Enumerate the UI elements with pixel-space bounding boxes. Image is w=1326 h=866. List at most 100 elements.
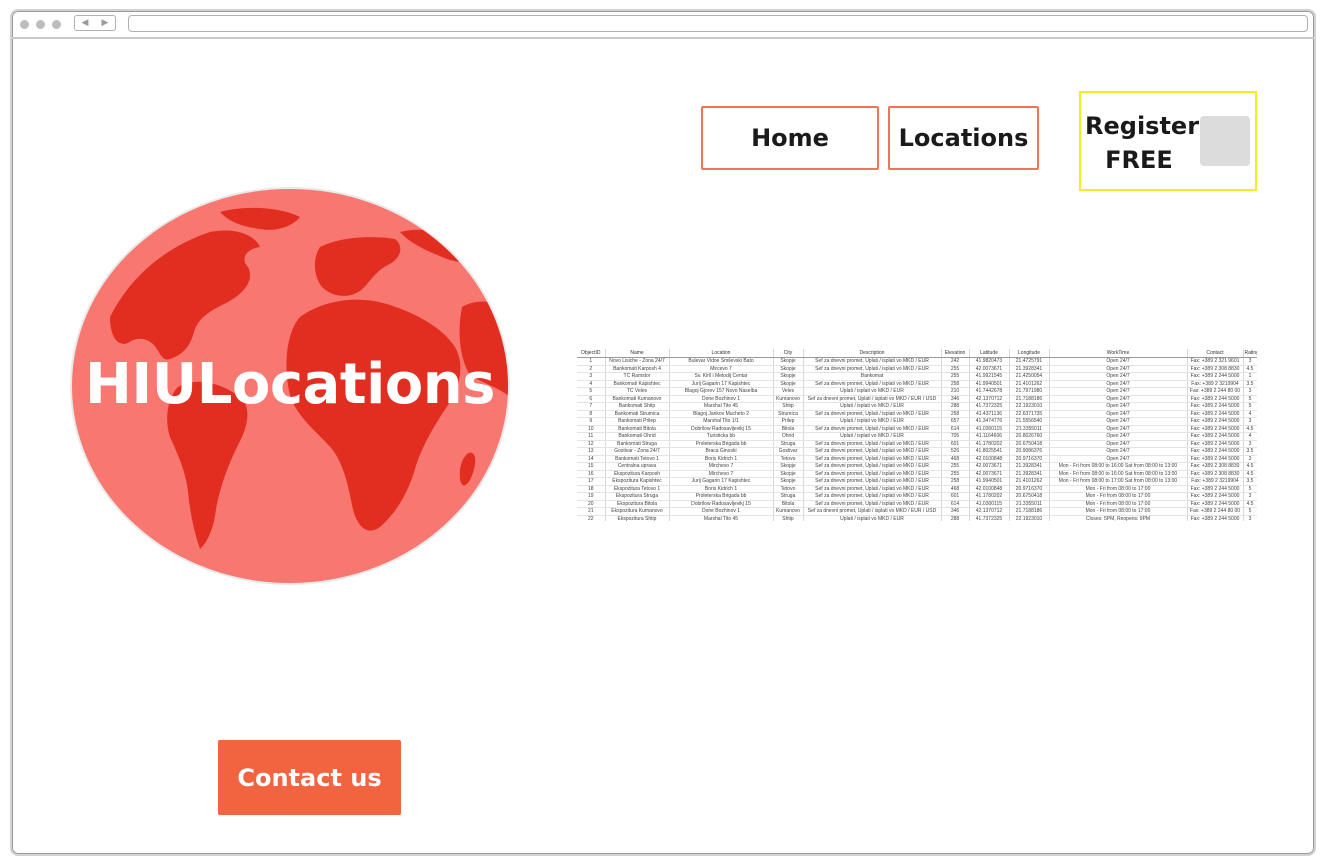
table-cell: Centralna uprava xyxy=(605,462,670,471)
table-cell: 18 xyxy=(577,485,606,493)
window-dot-icon[interactable] xyxy=(36,20,45,29)
table-cell: Struga xyxy=(773,492,804,501)
table-cell: Shtip xyxy=(773,515,804,521)
table-cell: Sef za dnevni promet, Uplati / isplati v… xyxy=(803,507,942,516)
table-cell: 614 xyxy=(941,500,970,508)
table-cell: Mon - Fri from 08:00 to 17:00 xyxy=(1049,492,1188,501)
table-header-cell: Location xyxy=(669,349,774,358)
table-header-cell: Elevation xyxy=(941,349,970,358)
table-cell: 5 xyxy=(1243,395,1257,403)
table-row: 11 Bankomati Ohrid Turisticka bb Ohrid Uplat… xyxy=(577,432,1257,441)
table-cell: Sef za dnevni promet, Uplati / isplati v… xyxy=(803,365,942,373)
table-cell: Fax: +389 2 244 5000 xyxy=(1187,432,1244,441)
table-cell: 3.5 xyxy=(1243,447,1257,456)
table-cell: Fax: +389 2 244 5000 xyxy=(1187,402,1244,411)
table-cell: 22 xyxy=(577,515,606,521)
contact-us-button[interactable]: Contact us xyxy=(218,740,401,815)
table-cell: Open 24/7 xyxy=(1049,440,1188,448)
nav-locations-button[interactable]: Locations xyxy=(888,106,1039,170)
table-cell: 41.9921545 xyxy=(969,372,1010,381)
table-row: 3 TC Ramstor Sv. Kiril i Metodij Centar Sko… xyxy=(577,372,1257,381)
table-cell: Mon - Fri from 08:00 to 17:00 xyxy=(1049,485,1188,493)
table-cell: 21.3928341 xyxy=(1009,470,1050,478)
table-cell: Ekspozitura Bitola xyxy=(605,500,670,508)
table-cell: 20.9716370 xyxy=(1009,485,1050,493)
table-cell: Sv. Kiril i Metodij Centar xyxy=(669,372,774,381)
table-row: 4 Bankomati Kapishtec Jurij Gagarin 17 Kap… xyxy=(577,380,1257,388)
table-cell: Sef za dnevni promet, Uplati / isplati v… xyxy=(803,500,942,508)
table-cell: Mirchevo 7 xyxy=(669,470,774,478)
table-cell: 41.1164606 xyxy=(969,432,1010,441)
table-cell: 258 xyxy=(941,410,970,418)
table-row: 22 Ekspozitura Shtip Marshal Tito 45 Shtip U… xyxy=(577,515,1257,521)
table-cell: Fax: +389 2 244 5000 xyxy=(1187,515,1244,521)
table-cell: 17 xyxy=(577,477,606,486)
table-cell: Tetovo xyxy=(773,455,804,463)
table-cell: 1 xyxy=(577,357,606,366)
table-cell: Bankomati Kapishtec xyxy=(605,380,670,388)
table-cell: 21.5556540 xyxy=(1009,417,1050,426)
table-cell: 705 xyxy=(941,432,970,441)
table-row: 21 Ekspozitura Kumanovo Done Bozhinov 1 Kum… xyxy=(577,507,1257,516)
table-cell: 22.1923010 xyxy=(1009,402,1050,411)
table-cell: 21.7188186 xyxy=(1009,507,1050,516)
table-cell: 21.4101262 xyxy=(1009,380,1050,388)
table-header-cell: ObjectID xyxy=(577,349,606,358)
table-cell: 42.0100848 xyxy=(969,485,1010,493)
table-cell: 19 xyxy=(577,492,606,501)
table-cell: 9 xyxy=(577,417,606,426)
table-cell: 288 xyxy=(941,515,970,521)
locations-table-image: ObjectID Name Location City Description Eleva… xyxy=(577,349,1257,521)
table-cell: Bankomati Ohrid xyxy=(605,432,670,441)
table-row: 13 Gostivar - Zona 24/7 Braca Ginoski Gosti… xyxy=(577,447,1257,456)
register-label-line1: Register xyxy=(1085,112,1200,140)
back-arrow-icon[interactable]: ◀ xyxy=(82,18,89,28)
table-cell: Uplati / isplati vo MKD / EUR xyxy=(803,387,942,396)
table-cell: 21 xyxy=(577,507,606,516)
table-cell: 346 xyxy=(941,507,970,516)
window-dot-icon[interactable] xyxy=(20,20,29,29)
table-row: 14 Bankomati Tetovo 1 Boris Kidrich 1 Tetov… xyxy=(577,455,1257,463)
table-cell: Fax: +389 2 244 5000 xyxy=(1187,417,1244,426)
table-cell: 601 xyxy=(941,492,970,501)
register-free-button[interactable]: Register FREE xyxy=(1079,91,1257,191)
table-header-cell: Latitude xyxy=(969,349,1010,358)
table-cell: Sef za dnevni promet, Uplati / isplati v… xyxy=(803,462,942,471)
table-cell: Bankomati Strumica xyxy=(605,410,670,418)
nav-home-button[interactable]: Home xyxy=(701,106,879,170)
table-cell: Marshal Tito 45 xyxy=(669,515,774,521)
table-cell: Struga xyxy=(773,440,804,448)
forward-arrow-icon[interactable]: ▶ xyxy=(102,18,109,28)
address-bar[interactable] xyxy=(128,15,1308,32)
table-cell: Fax: +389 2 308 8830 xyxy=(1187,365,1244,373)
table-cell: 21.3928341 xyxy=(1009,462,1050,471)
table-cell: Done Bozhinov 1 xyxy=(669,395,774,403)
table-row: 8 Bankomati Strumica Blagoj Jankov Muchеto… xyxy=(577,410,1257,418)
table-cell: Ekspozitura Shtip xyxy=(605,515,670,521)
table-cell: Open 24/7 xyxy=(1049,387,1188,396)
table-cell: Sef za dnevni promet, Uplati / isplati v… xyxy=(803,395,942,403)
table-cell: 13 xyxy=(577,447,606,456)
table-cell: 41.3474776 xyxy=(969,417,1010,426)
table-cell: 41.7372325 xyxy=(969,402,1010,411)
table-cell: 41.4371136 xyxy=(969,410,1010,418)
table-row: 9 Bankomati Prilep Marshal Tito 1/1 Prilep U… xyxy=(577,417,1257,426)
table-cell: Sef za dnevni promet, Uplati / isplati v… xyxy=(803,425,942,433)
table-cell: 21.3355011 xyxy=(1009,500,1050,508)
register-label: Register FREE xyxy=(1085,109,1200,177)
table-cell: 3 xyxy=(1243,492,1257,501)
table-header-cell: Contact xyxy=(1187,349,1244,358)
table-cell: 21.4250054 xyxy=(1009,372,1050,381)
table-cell: Bitola xyxy=(773,500,804,508)
table-cell: Open 24/7 xyxy=(1049,425,1188,433)
table-cell: 41.1780202 xyxy=(969,492,1010,501)
table-cell: 20.9086376 xyxy=(1009,447,1050,456)
table-cell: 4.5 xyxy=(1243,462,1257,471)
table-cell: 3 xyxy=(1243,357,1257,366)
window-dot-icon[interactable] xyxy=(52,20,61,29)
table-header-row: ObjectID Name Location City Description Eleva… xyxy=(577,349,1257,358)
table-cell: 10 xyxy=(577,425,606,433)
table-cell: Bankomati Prilep xyxy=(605,417,670,426)
table-cell: Open 24/7 xyxy=(1049,372,1188,381)
table-cell: Mon - Fri from 08:00 to 17:00 xyxy=(1049,500,1188,508)
